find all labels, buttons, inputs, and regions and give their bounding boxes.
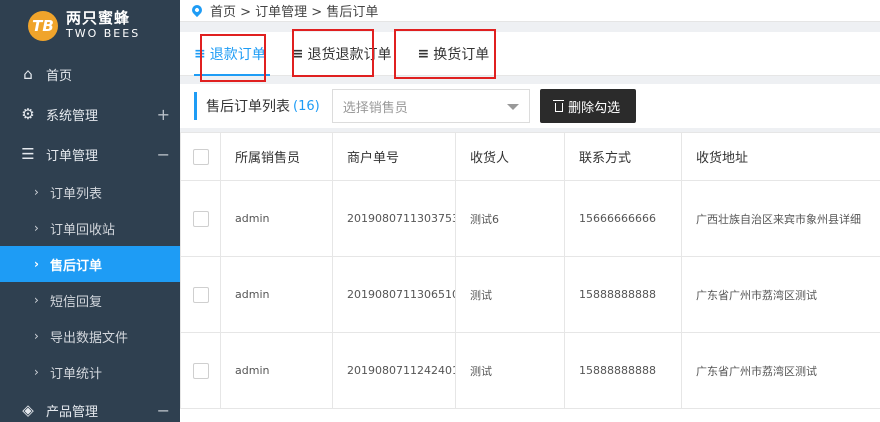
- caret-down-icon: [506, 104, 519, 110]
- collapse-icon[interactable]: −: [157, 401, 170, 420]
- tab-bar: ≡ 退款订单 ≡ 退货退款订单 ≡ 换货订单: [180, 29, 880, 82]
- highlight-box-tab-3: [394, 29, 496, 79]
- location-pin-icon: [189, 2, 205, 17]
- collapse-icon[interactable]: −: [157, 145, 170, 164]
- sidebar-item-orders[interactable]: ☰ 订单管理 −: [0, 134, 180, 174]
- expand-icon[interactable]: +: [157, 105, 170, 124]
- list-count: (16): [293, 98, 320, 114]
- sidebar-item-label: 首页: [46, 68, 73, 84]
- row-checkbox[interactable]: [192, 362, 209, 379]
- chevron-right-icon: ›: [34, 221, 39, 235]
- sidebar-subitem-after-sale[interactable]: › 售后订单: [0, 246, 180, 282]
- sidebar-item-label: 产品管理: [46, 404, 99, 420]
- sidebar-item-home[interactable]: ⌂ 首页: [0, 54, 180, 94]
- cell-phone: 15888888888: [564, 256, 682, 333]
- column-header[interactable]: 所属销售员: [220, 132, 333, 181]
- chevron-right-icon: ›: [34, 185, 39, 199]
- cell-order-no: 2019080711303753: [332, 180, 456, 257]
- cell-salesperson: admin: [220, 180, 333, 257]
- logo-title: 两只蜜蜂: [66, 9, 131, 27]
- sidebar: TB 两只蜜蜂 TWO BEES ⌂ 首页 ⚙ 系统管理 + ☰ 订单管理 − …: [0, 0, 180, 422]
- delete-button-label: 删除勾选: [568, 100, 621, 116]
- row-checkbox[interactable]: [192, 286, 209, 303]
- cell-salesperson: admin: [220, 332, 333, 409]
- sidebar-subitem-order-stats[interactable]: › 订单统计: [0, 354, 180, 390]
- table-row[interactable]: admin 2019080711242401 测试 15888888888 广东…: [180, 332, 880, 409]
- table-row[interactable]: admin 2019080711303753 测试6 15666666666 广…: [180, 180, 880, 257]
- main-content: 首页 > 订单管理 > 售后订单 ≡ 退款订单 ≡ 退货退款订单 ≡ 换货订单 …: [180, 0, 880, 422]
- cell-recipient: 测试6: [455, 180, 565, 257]
- cube-icon: ◈: [22, 401, 34, 419]
- sidebar-item-products[interactable]: ◈ 产品管理 −: [0, 390, 180, 422]
- logo-badge-icon: TB: [28, 11, 58, 41]
- salesperson-select[interactable]: 选择销售员: [331, 89, 530, 123]
- cell-recipient: 测试: [455, 332, 565, 409]
- cell-address: 广西壮族自治区来宾市象州县详细: [681, 180, 880, 257]
- select-placeholder: 选择销售员: [342, 100, 408, 116]
- sidebar-subitem-order-recycle[interactable]: › 订单回收站: [0, 210, 180, 246]
- sidebar-subitem-sms-reply[interactable]: › 短信回复: [0, 282, 180, 318]
- cell-address: 广东省广州市荔湾区测试: [681, 256, 880, 333]
- column-header[interactable]: 收货地址: [681, 132, 880, 181]
- list-toolbar: 售后订单列表 (16) 选择销售员 删除勾选: [180, 84, 880, 128]
- chevron-right-icon: ›: [34, 365, 39, 379]
- cell-order-no: 2019080711306510: [332, 256, 456, 333]
- logo[interactable]: TB 两只蜜蜂 TWO BEES: [0, 0, 180, 52]
- title-accent-bar: [194, 92, 197, 120]
- list-icon: ☰: [21, 145, 35, 163]
- table-row[interactable]: admin 2019080711306510 测试 15888888888 广东…: [180, 256, 880, 333]
- sidebar-item-system[interactable]: ⚙ 系统管理 +: [0, 94, 180, 134]
- gear-icon: ⚙: [21, 105, 35, 123]
- breadcrumb: 首页 > 订单管理 > 售后订单: [180, 0, 880, 22]
- sidebar-subitem-order-list[interactable]: › 订单列表: [0, 174, 180, 210]
- highlight-box-tab-2: [292, 29, 374, 77]
- row-checkbox[interactable]: [192, 210, 209, 227]
- cell-salesperson: admin: [220, 256, 333, 333]
- chevron-right-icon: ›: [34, 257, 39, 271]
- logo-subtitle: TWO BEES: [66, 27, 141, 40]
- highlight-box-tab-1: [200, 34, 266, 82]
- column-header[interactable]: 联系方式: [564, 132, 682, 181]
- cell-order-no: 2019080711242401: [332, 332, 456, 409]
- chevron-right-icon: ›: [34, 293, 39, 307]
- column-header[interactable]: 收货人: [455, 132, 565, 181]
- breadcrumb-text: 首页 > 订单管理 > 售后订单: [210, 5, 379, 20]
- table-header-row: 所属销售员 商户单号 收货人 联系方式 收货地址: [180, 132, 880, 181]
- sidebar-item-label: 订单管理: [46, 148, 99, 164]
- sidebar-subitem-export[interactable]: › 导出数据文件: [0, 318, 180, 354]
- list-title: 售后订单列表: [206, 99, 290, 115]
- sidebar-item-label: 系统管理: [46, 108, 99, 124]
- delete-selected-button[interactable]: 删除勾选: [539, 89, 636, 123]
- home-icon: ⌂: [23, 65, 33, 83]
- cell-phone: 15666666666: [564, 180, 682, 257]
- select-all-checkbox[interactable]: [192, 148, 209, 165]
- column-header[interactable]: 商户单号: [332, 132, 456, 181]
- cell-recipient: 测试: [455, 256, 565, 333]
- chevron-right-icon: ›: [34, 329, 39, 343]
- trash-icon: [553, 99, 565, 112]
- cell-address: 广东省广州市荔湾区测试: [681, 332, 880, 409]
- cell-phone: 15888888888: [564, 332, 682, 409]
- orders-table: 所属销售员 商户单号 收货人 联系方式 收货地址 admin 201908071…: [180, 132, 880, 409]
